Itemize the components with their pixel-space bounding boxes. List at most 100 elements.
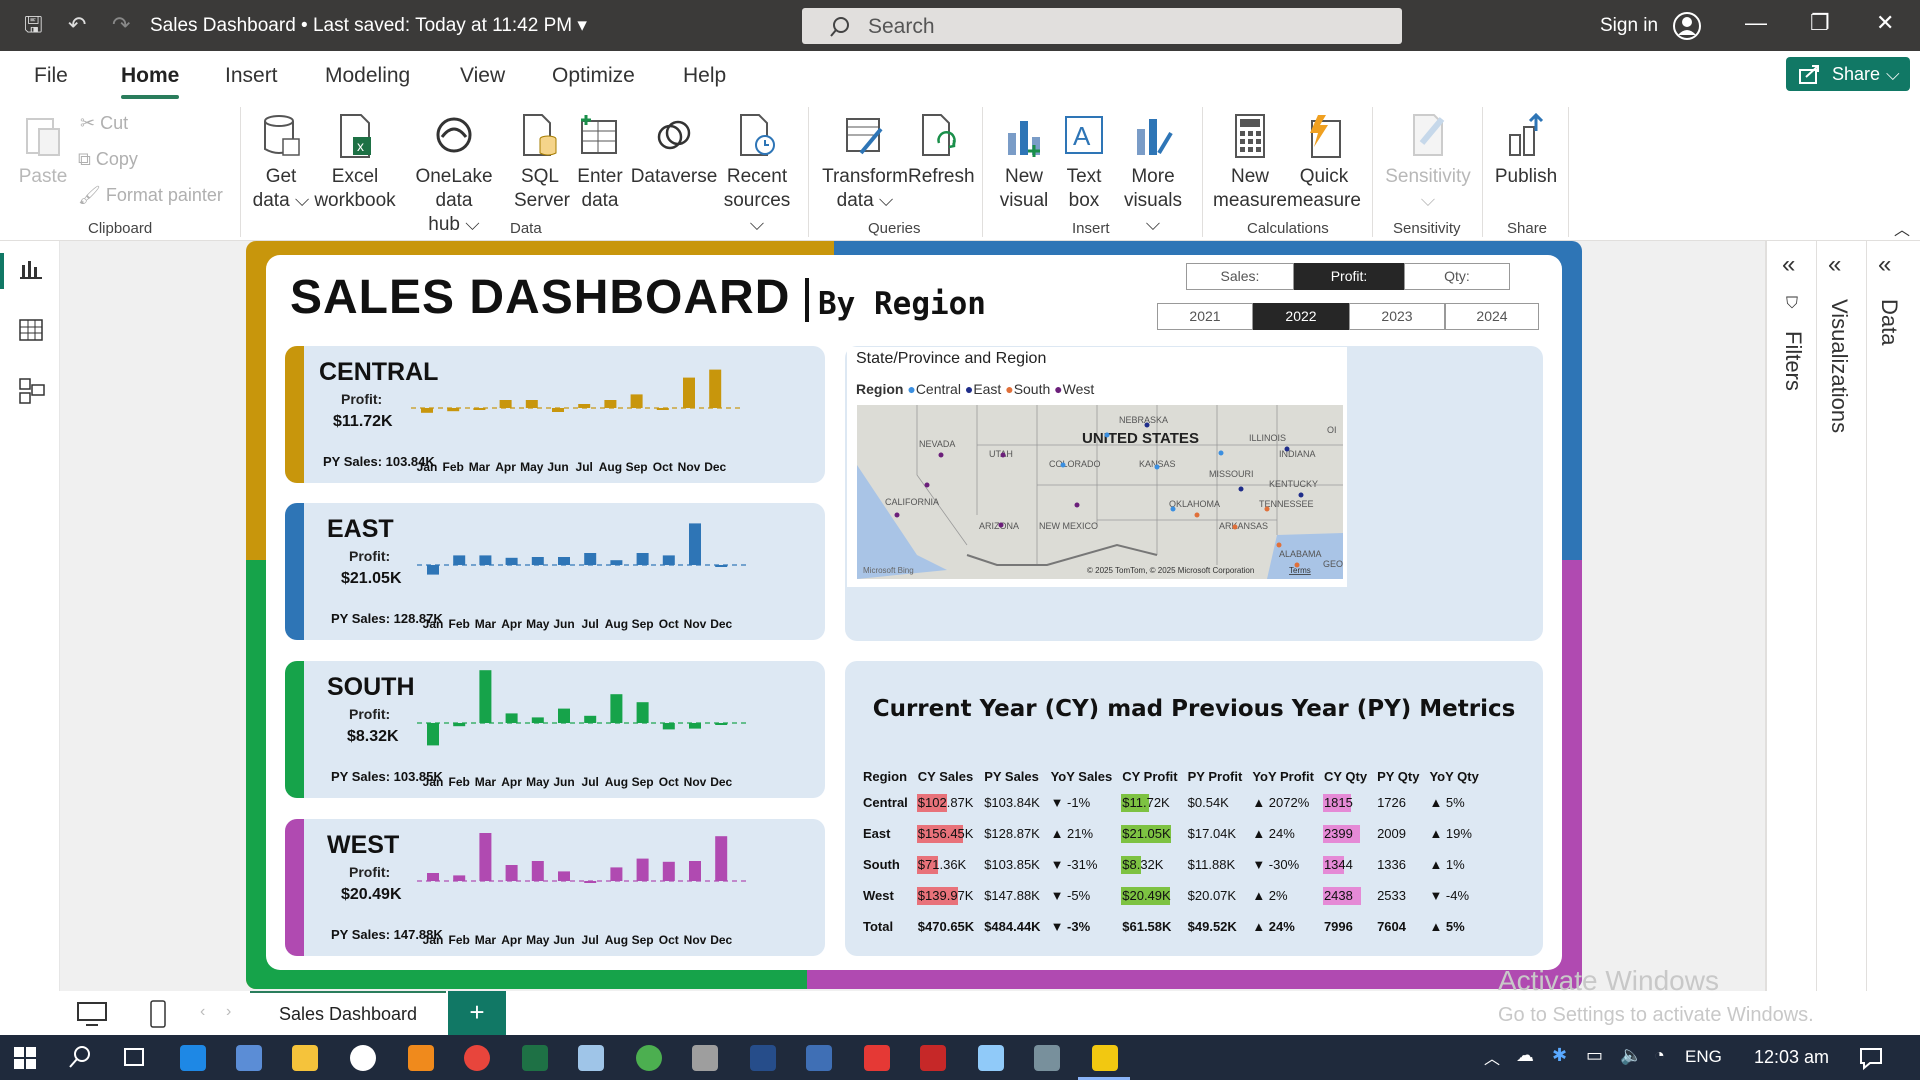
menu-optimize[interactable]: Optimize [552, 64, 635, 88]
region-dot[interactable] [1000, 452, 1006, 458]
menu-file[interactable]: File [34, 64, 68, 88]
desktop-layout-icon[interactable] [76, 1001, 108, 1027]
region-dot[interactable] [1218, 450, 1224, 456]
minimize-icon[interactable]: — [1745, 10, 1767, 36]
page-tab-sales-dashboard[interactable]: Sales Dashboard [250, 991, 446, 1035]
bar-sep[interactable] [636, 858, 649, 881]
app-icon[interactable] [692, 1045, 718, 1071]
visualizations-pane-label[interactable]: Visualizations [1826, 299, 1852, 433]
app-icon[interactable] [978, 1045, 1004, 1071]
column-header[interactable]: Region [858, 765, 913, 787]
bar-apr[interactable] [505, 865, 518, 881]
column-header[interactable]: CY Sales [913, 765, 979, 787]
sensitivity-button[interactable]: Sensitivity ⌵ [1384, 113, 1472, 213]
bar-may[interactable] [531, 861, 544, 881]
bar-mar[interactable] [479, 555, 492, 565]
report-view-icon[interactable] [18, 257, 44, 283]
bar-mar[interactable] [479, 833, 492, 881]
bar-feb[interactable] [453, 555, 466, 565]
wifi-icon[interactable]: ◔ [1654, 1045, 1665, 1066]
region-dot[interactable] [894, 512, 900, 518]
table-row[interactable]: West $139.97K $147.88K ▼ -5% $20.49K $20.07K ▲… [858, 880, 1484, 911]
wps-icon[interactable] [864, 1045, 890, 1071]
recent-sources-button[interactable]: Recent sources ⌵ [722, 113, 792, 237]
column-header[interactable]: YoY Sales [1046, 765, 1118, 787]
prev-page-icon[interactable]: ‹ [200, 1003, 205, 1021]
paste-button[interactable]: Paste [18, 113, 68, 189]
region-dot[interactable] [924, 482, 930, 488]
region-card-central[interactable]: CENTRAL Profit: $11.72K PY Sales: 103.84… [285, 346, 825, 483]
excel-app-icon[interactable] [522, 1045, 548, 1071]
task-view-icon[interactable] [122, 1046, 146, 1070]
app-icon[interactable] [578, 1045, 604, 1071]
bluetooth-icon[interactable]: ✱ [1552, 1045, 1567, 1066]
slicer-qty[interactable]: Qty: [1404, 263, 1510, 290]
menu-help[interactable]: Help [683, 64, 726, 88]
bar-jan[interactable] [421, 408, 433, 413]
filters-pane-label[interactable]: Filters [1780, 331, 1806, 391]
chrome-icon[interactable] [464, 1045, 490, 1071]
slicer-profit[interactable]: Profit: [1294, 263, 1404, 290]
column-header[interactable]: CY Profit [1117, 765, 1182, 787]
document-title[interactable]: Sales Dashboard • Last saved: Today at 1… [150, 14, 587, 37]
next-page-icon[interactable]: › [226, 1003, 231, 1021]
region-card-west[interactable]: WEST Profit: $20.49K PY Sales: 147.88K J… [285, 819, 825, 956]
bar-aug[interactable] [610, 867, 623, 881]
copy-button[interactable]: ⧉ Copy [78, 149, 138, 170]
region-dot[interactable] [1298, 492, 1304, 498]
cloud-icon[interactable]: ☁ [1516, 1045, 1534, 1066]
region-dot[interactable] [1074, 502, 1080, 508]
bar-aug[interactable] [610, 560, 623, 565]
table-row[interactable]: South $71.36K $103.85K ▼ -31% $8.32K $11.88K ▼… [858, 849, 1484, 880]
share-button[interactable]: Share ⌵ [1786, 57, 1910, 91]
app-icon[interactable] [1034, 1045, 1060, 1071]
region-dot[interactable] [1154, 464, 1160, 470]
data-collapse-icon[interactable]: « [1878, 251, 1891, 279]
mobile-layout-icon[interactable] [148, 999, 170, 1029]
region-dot[interactable] [1284, 446, 1290, 452]
bar-oct[interactable] [662, 861, 675, 881]
bar-feb[interactable] [453, 723, 466, 727]
enter-data-button[interactable]: Enter data [574, 113, 626, 213]
region-dot[interactable] [1276, 542, 1282, 548]
restore-icon[interactable]: ❐ [1810, 10, 1830, 36]
bar-jun[interactable] [558, 708, 570, 723]
legend-item-central[interactable]: ●Central [907, 381, 961, 397]
region-card-east[interactable]: EAST Profit: $21.05K PY Sales: 128.87K J… [285, 503, 825, 640]
terms-link[interactable]: Terms [1289, 566, 1311, 575]
bar-jun[interactable] [558, 557, 570, 565]
column-header[interactable]: YoY Qty [1424, 765, 1483, 787]
region-dot[interactable] [1232, 524, 1238, 530]
region-card-south[interactable]: SOUTH Profit: $8.32K PY Sales: 103.85K J… [285, 661, 825, 798]
battery-icon[interactable]: ▭ [1586, 1045, 1603, 1066]
region-dot[interactable] [1170, 506, 1176, 512]
slicer-year-2022[interactable]: 2022 [1253, 303, 1349, 330]
quick-measure-button[interactable]: Quick measure [1286, 113, 1362, 213]
new-measure-button[interactable]: New measure [1212, 113, 1288, 213]
bar-may[interactable] [531, 557, 544, 565]
bar-apr[interactable] [499, 400, 512, 408]
region-dot[interactable] [1060, 462, 1066, 468]
filters-collapse-icon[interactable]: « [1782, 251, 1795, 279]
text-box-button[interactable]: A Text box [1056, 113, 1112, 213]
region-dot[interactable] [1264, 506, 1270, 512]
excel-workbook-button[interactable]: x Excel workbook [314, 113, 396, 213]
data-pane-label[interactable]: Data [1876, 299, 1902, 345]
refresh-button[interactable]: Refresh [908, 113, 975, 189]
collapse-ribbon-icon[interactable]: ︿ [1894, 216, 1910, 240]
acrobat-icon[interactable] [920, 1045, 946, 1071]
language-indicator[interactable]: ENG [1685, 1047, 1722, 1067]
bar-oct[interactable] [656, 408, 669, 410]
bar-jun[interactable] [558, 871, 570, 881]
menu-home[interactable]: Home [121, 64, 179, 88]
bar-feb[interactable] [447, 408, 460, 412]
sql-server-button[interactable]: SQL Server [514, 113, 570, 213]
menu-modeling[interactable]: Modeling [325, 64, 410, 88]
edge-app-icon[interactable] [180, 1045, 206, 1071]
column-header[interactable]: PY Profit [1183, 765, 1248, 787]
bar-mar[interactable] [479, 670, 492, 723]
bar-jun[interactable] [552, 408, 564, 412]
table-row[interactable]: Central $102.87K $103.84K ▼ -1% $11.72K $0.54… [858, 787, 1484, 818]
model-view-icon[interactable] [18, 377, 46, 405]
new-visual-button[interactable]: New visual [996, 113, 1052, 213]
